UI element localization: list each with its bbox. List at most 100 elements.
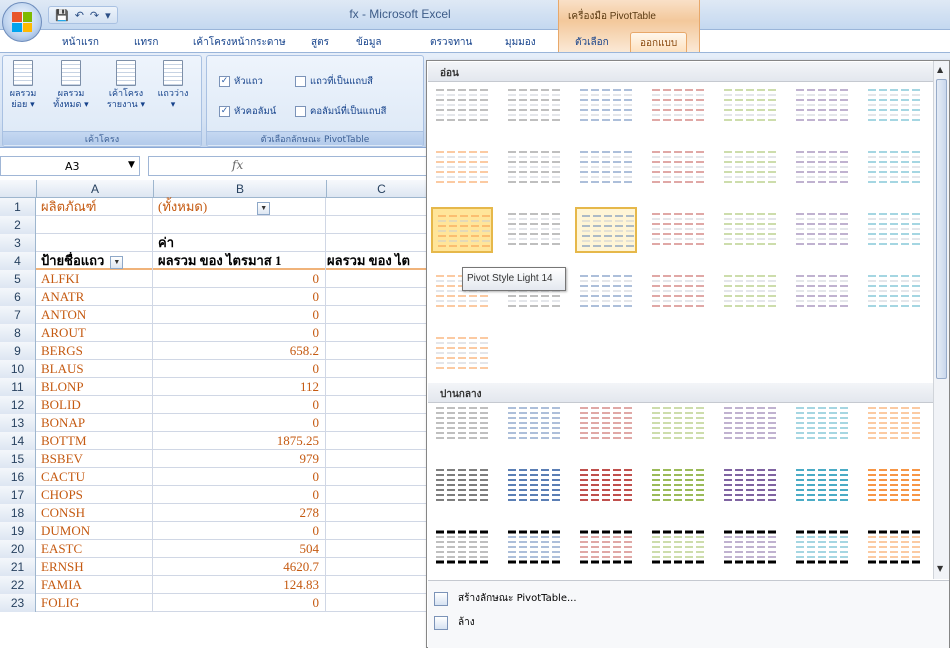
cell-a[interactable]: ANTON — [37, 306, 153, 324]
cell-b[interactable]: 658.2 — [154, 342, 326, 360]
cell-c[interactable] — [327, 270, 437, 288]
row-header[interactable]: 18 — [0, 504, 36, 522]
cell-b[interactable]: 124.83 — [154, 576, 326, 594]
light-style-swatch[interactable] — [647, 145, 709, 191]
cell-c[interactable] — [327, 558, 437, 576]
cell-c[interactable] — [327, 540, 437, 558]
insert-function-icon[interactable]: fx — [232, 158, 243, 172]
cell-a[interactable]: BERGS — [37, 342, 153, 360]
light-style-swatch[interactable] — [863, 269, 925, 315]
cell-b[interactable]: (ทั้งหมด) ▼ — [154, 198, 326, 216]
scroll-thumb[interactable] — [936, 79, 947, 379]
redo-icon[interactable]: ↷ — [90, 9, 99, 22]
column-header-c[interactable]: C — [327, 180, 437, 198]
cell-c[interactable] — [327, 396, 437, 414]
medium-style-swatch[interactable] — [791, 525, 853, 571]
light-style-swatch[interactable] — [791, 83, 853, 129]
row-header[interactable]: 13 — [0, 414, 36, 432]
cell-c[interactable] — [327, 468, 437, 486]
row-header[interactable]: 12 — [0, 396, 36, 414]
light-style-swatch[interactable] — [431, 83, 493, 129]
cell-c[interactable] — [327, 234, 437, 252]
medium-style-swatch[interactable] — [503, 525, 565, 571]
cell-b[interactable]: ค่า — [154, 234, 326, 252]
cell-b[interactable]: 0 — [154, 486, 326, 504]
cell-a[interactable]: FAMIA — [37, 576, 153, 594]
light-style-swatch[interactable] — [431, 145, 493, 191]
light-style-swatch[interactable] — [575, 83, 637, 129]
cell-a[interactable]: AROUT — [37, 324, 153, 342]
cell-a[interactable]: EASTC — [37, 540, 153, 558]
cell-c[interactable] — [327, 576, 437, 594]
row-header[interactable]: 21 — [0, 558, 36, 576]
cell-a[interactable]: BONAP — [37, 414, 153, 432]
medium-style-swatch[interactable] — [647, 401, 709, 447]
cell-c[interactable] — [327, 522, 437, 540]
light-style-swatch[interactable] — [575, 145, 637, 191]
medium-style-swatch[interactable] — [719, 401, 781, 447]
row-header[interactable]: 22 — [0, 576, 36, 594]
medium-style-swatch[interactable] — [503, 401, 565, 447]
tab-home[interactable]: หน้าแรก — [62, 35, 99, 50]
cell-b[interactable]: 4620.7 — [154, 558, 326, 576]
blank-rows-button[interactable]: แถวว่าง ▾ — [155, 60, 191, 111]
row-header[interactable]: 8 — [0, 324, 36, 342]
medium-style-swatch[interactable] — [791, 463, 853, 509]
cell-c[interactable] — [327, 324, 437, 342]
row-label-filter-icon[interactable]: ▼ — [110, 255, 124, 269]
row-header[interactable]: 15 — [0, 450, 36, 468]
tab-data[interactable]: ข้อมูล — [356, 35, 382, 50]
light-style-swatch[interactable] — [503, 207, 565, 253]
light-style-swatch[interactable] — [647, 83, 709, 129]
undo-icon[interactable]: ↶ — [75, 9, 84, 22]
row-header[interactable]: 9 — [0, 342, 36, 360]
cell-c[interactable]: ผลรวม ของ ไต — [327, 252, 437, 270]
column-header-b[interactable]: B — [154, 180, 327, 198]
light-style-swatch[interactable] — [719, 83, 781, 129]
row-header[interactable]: 1 — [0, 198, 36, 216]
medium-style-swatch[interactable] — [719, 463, 781, 509]
cell-c[interactable] — [327, 486, 437, 504]
cell-a[interactable]: ผลิตภัณฑ์ — [37, 198, 153, 216]
cell-a[interactable] — [37, 234, 153, 252]
save-icon[interactable]: 💾 — [55, 9, 69, 22]
cell-c[interactable] — [327, 306, 437, 324]
cell-a[interactable]: FOLIG — [37, 594, 153, 612]
light-style-swatch[interactable] — [575, 207, 637, 253]
light-style-swatch[interactable] — [863, 207, 925, 253]
row-header[interactable]: 16 — [0, 468, 36, 486]
cell-a[interactable]: ป้ายชื่อแถว ▼ — [37, 252, 153, 270]
tab-formulas[interactable]: สูตร — [311, 35, 329, 50]
cell-b[interactable]: 0 — [154, 396, 326, 414]
light-style-swatch[interactable] — [503, 145, 565, 191]
cell-b[interactable]: ผลรวม ของ ไตรมาส 1 — [154, 252, 326, 270]
medium-style-swatch[interactable] — [863, 463, 925, 509]
light-style-swatch[interactable] — [719, 145, 781, 191]
cell-c[interactable] — [327, 288, 437, 306]
cell-a[interactable]: BLONP — [37, 378, 153, 396]
name-box[interactable]: A3 — [0, 156, 140, 176]
tab-view[interactable]: มุมมอง — [505, 35, 536, 50]
tab-review[interactable]: ตรวจทาน — [430, 35, 472, 50]
medium-style-swatch[interactable] — [863, 525, 925, 571]
cell-c[interactable] — [327, 198, 437, 216]
report-layout-button[interactable]: เค้าโครงรายงาน ▾ — [103, 60, 149, 111]
cell-a[interactable]: CACTU — [37, 468, 153, 486]
cell-b[interactable]: 0 — [154, 270, 326, 288]
office-button[interactable] — [2, 2, 42, 42]
cell-a[interactable]: BOLID — [37, 396, 153, 414]
cell-c[interactable] — [327, 432, 437, 450]
light-style-swatch[interactable] — [791, 145, 853, 191]
scroll-down-icon[interactable]: ▼ — [937, 564, 943, 573]
filter-dropdown-icon[interactable]: ▼ — [257, 201, 271, 215]
row-header[interactable]: 11 — [0, 378, 36, 396]
light-style-swatch[interactable] — [431, 207, 493, 253]
row-header[interactable]: 3 — [0, 234, 36, 252]
banded-cols-checkbox[interactable]: คอลัมน์ที่เป็นแถบสี — [295, 104, 386, 119]
cell-c[interactable] — [327, 414, 437, 432]
select-all-corner[interactable] — [0, 180, 37, 198]
cell-b[interactable]: 0 — [154, 306, 326, 324]
medium-style-swatch[interactable] — [791, 401, 853, 447]
scroll-up-icon[interactable]: ▲ — [937, 65, 943, 74]
column-header-a[interactable]: A — [37, 180, 154, 198]
